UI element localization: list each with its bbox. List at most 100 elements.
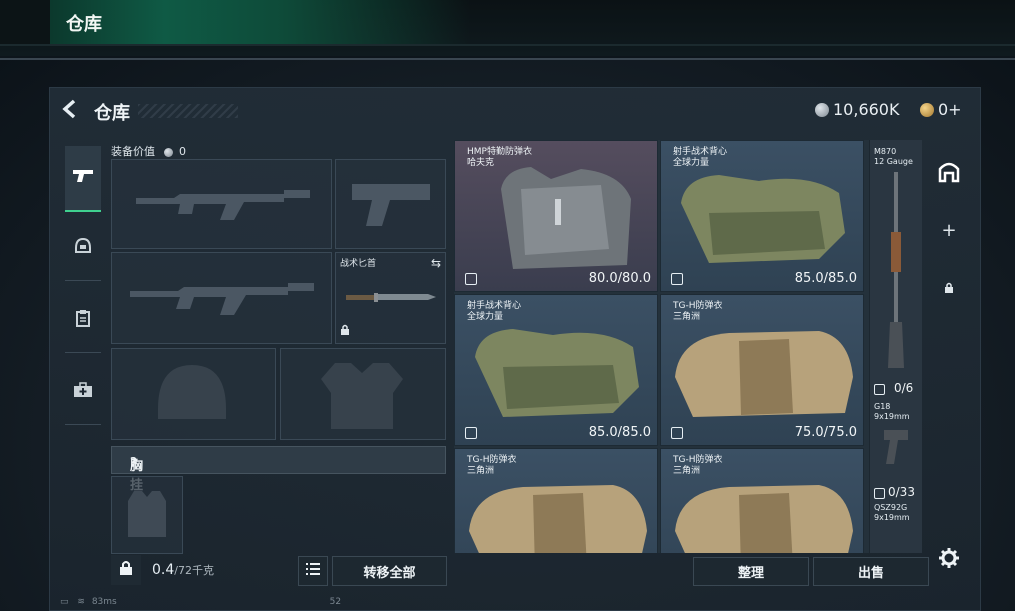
gold-value: 0+ xyxy=(938,100,962,119)
item-tag-icon xyxy=(874,488,885,499)
medkit-icon xyxy=(73,381,93,403)
knife-slot[interactable]: 战术匕首 ⇆ xyxy=(335,252,446,344)
fps-value: 52 xyxy=(329,597,342,607)
sell-button[interactable]: 出售 xyxy=(813,557,929,586)
battery-icon: ▭ xyxy=(60,597,69,607)
ping-value: 83ms xyxy=(91,597,117,607)
title-hatch-decoration xyxy=(138,104,238,118)
pistol-icon xyxy=(884,430,908,464)
armor-silhouette-icon xyxy=(321,363,403,429)
storage-item[interactable]: TG-H防弹衣 三角洲 75.0/75.0 xyxy=(660,294,864,446)
network-hud: ▭ ≋ 83ms 52 xyxy=(60,597,341,607)
capacity-max: /72千克 xyxy=(174,564,214,577)
transfer-all-button[interactable]: 转移全部 xyxy=(332,556,447,586)
weapon-ammo-count: 0/6 xyxy=(894,381,914,395)
storage-grid: HMP特勤防弹衣 哈夫克 80.0/80.0 射手战术背心 全球力量 85.0/85… xyxy=(454,140,869,553)
weapon-item-name[interactable]: M870 12 Gauge xyxy=(874,147,913,167)
knife-label: 战术匕首 xyxy=(340,259,377,269)
list-icon xyxy=(306,563,320,579)
sort-button[interactable]: 整理 xyxy=(693,557,809,586)
equipment-value-amount: 0 xyxy=(179,145,186,158)
storage-item[interactable]: TG-H防弹衣 三角洲 xyxy=(660,448,864,553)
warehouse-tab-button[interactable] xyxy=(935,160,963,188)
primary-weapon-slot[interactable] xyxy=(111,159,332,249)
add-storage-button[interactable]: + xyxy=(935,216,963,244)
gold-coin-icon xyxy=(920,102,934,117)
page-title: 仓库 xyxy=(94,103,130,124)
rifle-silhouette-icon xyxy=(130,283,314,315)
knife-icon xyxy=(346,293,436,302)
capacity-readout: 0.4/72千克 xyxy=(152,562,214,578)
wifi-icon: ≋ xyxy=(77,597,85,607)
item-tag-icon xyxy=(465,427,477,439)
storage-item[interactable]: 射手战术背心 全球力量 85.0/85.0 xyxy=(454,294,658,446)
lock-storage-button[interactable] xyxy=(935,274,963,302)
chest-rig-slot[interactable] xyxy=(111,476,183,554)
clipboard-icon xyxy=(75,309,91,332)
silver-value: 10,660K xyxy=(833,100,900,119)
item-durability: 80.0/80.0 xyxy=(588,271,651,286)
top-bar: 仓库 xyxy=(0,0,1015,56)
weapon-column: M870 12 Gauge 0/6 G18 9x19mm 0/33 QSZ92G 9x… xyxy=(869,140,922,553)
top-bar-edge xyxy=(0,0,50,44)
category-rail xyxy=(60,140,104,432)
chevron-left-icon[interactable] xyxy=(60,99,78,125)
chest-rig-label: 胸挂 ? xyxy=(130,455,144,493)
silver-currency[interactable]: 10,660K xyxy=(815,100,899,119)
item-durability: 75.0/75.0 xyxy=(794,425,857,440)
silver-coin-icon xyxy=(163,147,173,157)
rifle-silhouette-icon xyxy=(136,190,310,220)
helmet-silhouette-icon xyxy=(158,365,226,419)
gold-currency[interactable]: 0+ xyxy=(920,100,962,119)
rail-weapons-tab[interactable] xyxy=(65,146,101,212)
list-view-button[interactable] xyxy=(298,556,328,586)
shotgun-icon xyxy=(888,172,904,368)
helmet-slot[interactable] xyxy=(111,348,276,440)
top-title: 仓库 xyxy=(66,14,102,35)
plus-icon: + xyxy=(941,219,957,241)
vest-silhouette-icon xyxy=(128,491,166,537)
item-tag-icon xyxy=(874,384,885,395)
help-icon[interactable]: ? xyxy=(130,455,137,469)
chest-rig-bar[interactable]: 胸挂 ? xyxy=(111,446,446,493)
lock-button[interactable] xyxy=(111,555,141,585)
equipment-value: 装备价值 0 xyxy=(111,143,186,159)
warehouse-icon xyxy=(938,161,960,187)
body-armor-icon xyxy=(675,331,853,417)
weapon-item-name[interactable]: G18 9x19mm xyxy=(874,402,910,422)
item-tag-icon xyxy=(671,427,683,439)
settings-button[interactable] xyxy=(935,546,963,574)
body-armor-icon xyxy=(469,485,647,553)
storage-item[interactable]: 射手战术背心 全球力量 85.0/85.0 xyxy=(660,140,864,292)
secondary-weapon-slot[interactable] xyxy=(335,159,446,249)
weapon-ammo-count: 0/33 xyxy=(888,485,915,499)
storage-item[interactable]: TG-H防弹衣 三角洲 xyxy=(454,448,658,553)
swap-icon[interactable]: ⇆ xyxy=(431,256,441,270)
item-tag-icon xyxy=(465,273,477,285)
body-armor-icon xyxy=(675,485,853,553)
pistol-icon xyxy=(72,168,94,189)
lock-icon xyxy=(119,560,133,580)
item-durability: 85.0/85.0 xyxy=(794,271,857,286)
storage-item[interactable]: HMP特勤防弹衣 哈夫克 80.0/80.0 xyxy=(454,140,658,292)
rail-gear-tab[interactable] xyxy=(65,288,101,353)
gear-icon xyxy=(939,548,959,572)
item-durability: 85.0/85.0 xyxy=(588,425,651,440)
lock-icon xyxy=(944,279,954,298)
item-tag-icon xyxy=(671,273,683,285)
weapon-item-name[interactable]: QSZ92G 9x19mm xyxy=(874,503,910,523)
body-armor-slot[interactable] xyxy=(280,348,446,440)
pistol-silhouette-icon xyxy=(352,184,430,226)
tactical-vest-icon xyxy=(475,329,639,417)
body-armor-icon xyxy=(501,167,631,269)
tactical-vest-icon xyxy=(681,175,845,263)
helmet-icon xyxy=(74,237,92,260)
top-divider xyxy=(0,44,1015,46)
second-primary-slot[interactable] xyxy=(111,252,332,344)
lock-icon xyxy=(340,321,350,340)
rail-medical-tab[interactable] xyxy=(65,360,101,425)
capacity-value: 0.4 xyxy=(152,562,175,578)
rail-armor-tab[interactable] xyxy=(65,216,101,281)
side-toolbar: + xyxy=(929,140,969,568)
equipment-value-label: 装备价值 xyxy=(111,145,155,158)
